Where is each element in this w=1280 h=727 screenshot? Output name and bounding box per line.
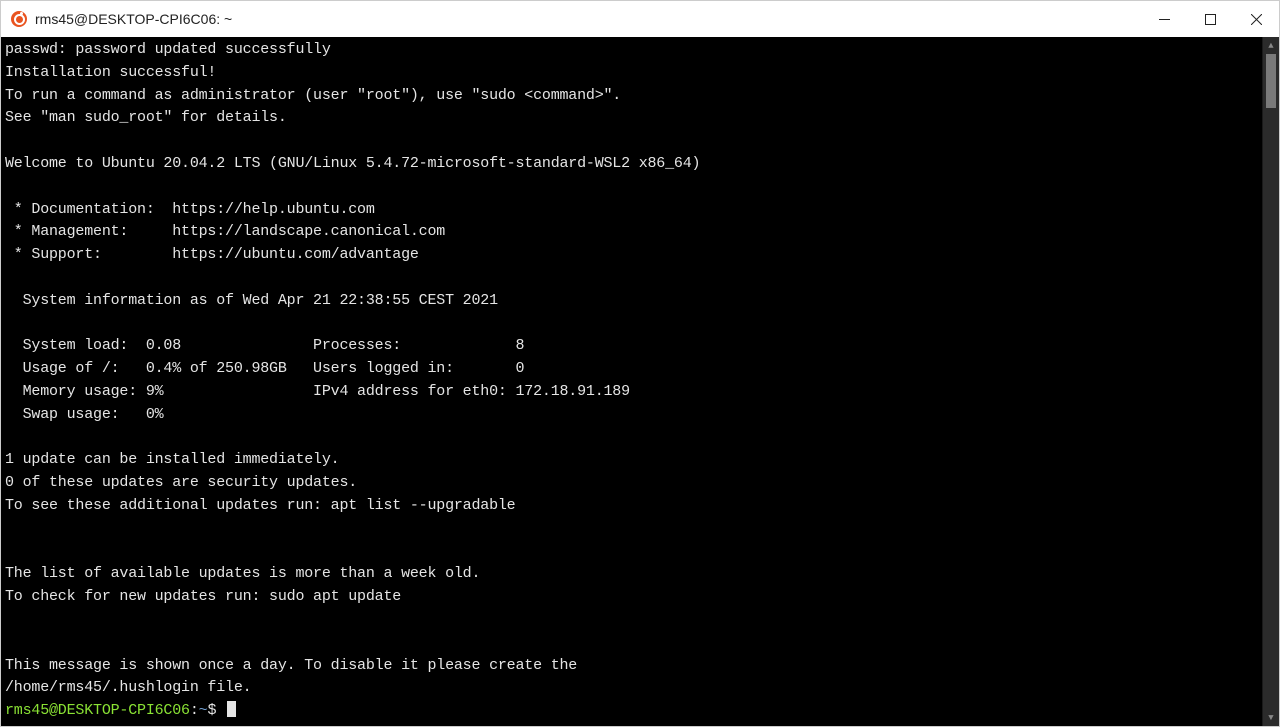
ubuntu-icon [11,11,27,27]
content-area: passwd: password updated successfully In… [1,37,1279,726]
minimize-button[interactable] [1141,1,1187,37]
scrollbar-track[interactable] [1263,54,1279,709]
close-icon [1251,14,1262,25]
terminal-window: rms45@DESKTOP-CPI6C06: ~ passwd: passwor… [0,0,1280,727]
window-titlebar[interactable]: rms45@DESKTOP-CPI6C06: ~ [1,1,1279,37]
minimize-icon [1159,14,1170,25]
scroll-up-button[interactable]: ▲ [1263,37,1279,54]
scrollbar[interactable]: ▲ ▼ [1262,37,1279,726]
window-title: rms45@DESKTOP-CPI6C06: ~ [35,11,232,27]
maximize-button[interactable] [1187,1,1233,37]
window-controls [1141,1,1279,37]
maximize-icon [1205,14,1216,25]
cursor [227,701,236,717]
close-button[interactable] [1233,1,1279,37]
terminal-output[interactable]: passwd: password updated successfully In… [1,37,1262,726]
titlebar-left: rms45@DESKTOP-CPI6C06: ~ [11,11,232,27]
scroll-down-button[interactable]: ▼ [1263,709,1279,726]
scrollbar-thumb[interactable] [1266,54,1276,108]
